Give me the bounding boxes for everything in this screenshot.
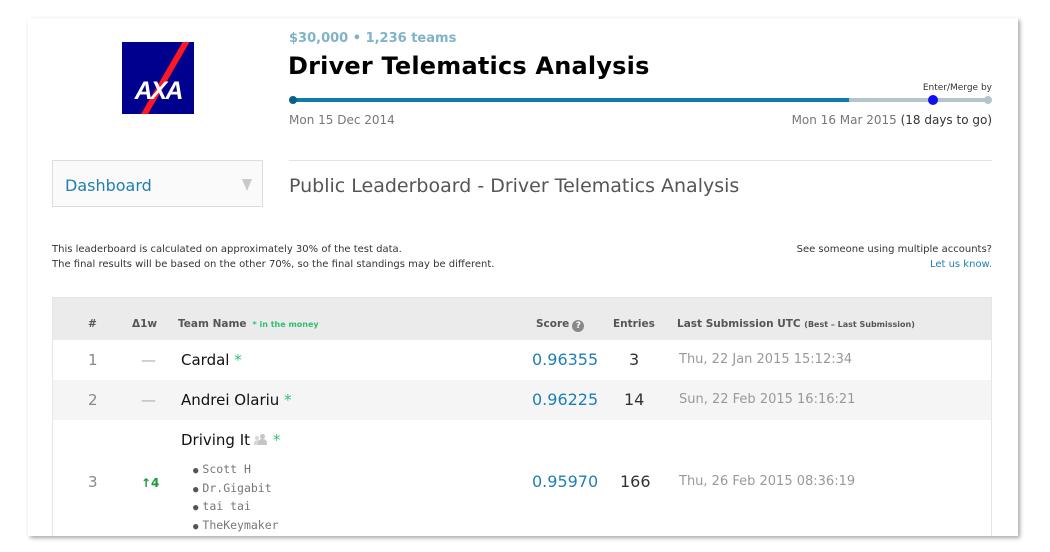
leaderboard-heading: Public Leaderboard - Driver Telematics A… bbox=[289, 175, 740, 197]
leaderboard-table: # Δ1w Team Name * in the money Score? Ent… bbox=[52, 297, 992, 536]
col-last-submission[interactable]: Last Submission UTC (Best – Last Submiss… bbox=[677, 318, 915, 330]
col-team-label: Team Name bbox=[178, 318, 247, 330]
table-header: # Δ1w Team Name * in the money Score? Ent… bbox=[53, 298, 991, 341]
team-name-text: Cardal bbox=[181, 351, 230, 369]
team-name[interactable]: Cardal * bbox=[181, 351, 242, 369]
dashboard-label: Dashboard bbox=[65, 176, 152, 195]
in-the-money-legend: * in the money bbox=[252, 320, 319, 329]
rank-change: ↑4 bbox=[141, 476, 160, 490]
competition-title[interactable]: Driver Telematics Analysis bbox=[288, 52, 650, 80]
timeline-end-dot bbox=[984, 96, 992, 104]
note-line-1: This leaderboard is calculated on approx… bbox=[52, 244, 402, 255]
rank-change: — bbox=[141, 391, 156, 409]
team-name-text: Andrei Olariu bbox=[181, 391, 280, 409]
col-rank[interactable]: # bbox=[88, 318, 97, 330]
score[interactable]: 0.96225 bbox=[532, 390, 598, 409]
leaderboard-note: This leaderboard is calculated on approx… bbox=[52, 242, 494, 272]
entries: 166 bbox=[620, 472, 651, 491]
end-date-value: Mon 16 Mar 2015 bbox=[791, 113, 897, 127]
team-name-text: Driving It bbox=[181, 431, 251, 449]
col-score-label: Score bbox=[536, 318, 570, 330]
score[interactable]: 0.96355 bbox=[532, 350, 598, 369]
entries: 14 bbox=[624, 390, 645, 409]
col-change[interactable]: Δ1w bbox=[132, 318, 157, 330]
timeline-merge-dot bbox=[928, 95, 938, 105]
let-us-know-link[interactable]: Let us know. bbox=[930, 259, 992, 270]
list-item[interactable]: ● Scott H bbox=[193, 461, 279, 480]
last-submission: Thu, 26 Feb 2015 08:36:19 bbox=[679, 474, 856, 489]
in-money-star: * bbox=[234, 351, 242, 369]
days-to-go: (18 days to go) bbox=[900, 113, 992, 127]
member-name: TheKeymaker bbox=[202, 517, 279, 532]
dropdown-caret-icon bbox=[242, 179, 252, 191]
note-line-2: The final results will be based on the o… bbox=[52, 259, 495, 270]
timeline-start-dot bbox=[289, 96, 297, 104]
multiple-accounts-note: See someone using multiple accounts? Let… bbox=[797, 242, 992, 272]
timeline-progress bbox=[293, 98, 849, 102]
rank: 2 bbox=[88, 391, 98, 409]
col-entries[interactable]: Entries bbox=[613, 318, 655, 330]
table-row[interactable]: 2 — Andrei Olariu * 0.96225 14 Sun, 22 F… bbox=[53, 380, 991, 421]
merge-deadline-label: Enter/Merge by bbox=[922, 83, 992, 93]
team-members-icon bbox=[254, 434, 268, 445]
competition-timeline bbox=[289, 95, 992, 106]
dashboard-dropdown[interactable]: Dashboard bbox=[52, 160, 263, 207]
logo-text: AXA bbox=[134, 77, 184, 105]
last-submission: Sun, 22 Feb 2015 16:16:21 bbox=[679, 392, 856, 407]
list-item[interactable]: ● TheKeymaker bbox=[193, 517, 279, 536]
axa-logo[interactable]: AXA bbox=[122, 42, 194, 114]
in-money-star: * bbox=[284, 391, 292, 409]
prize-teams: $30,000 • 1,236 teams bbox=[289, 31, 457, 46]
rank: 3 bbox=[88, 473, 98, 491]
rank-change: — bbox=[141, 351, 156, 369]
start-date: Mon 15 Dec 2014 bbox=[289, 113, 395, 127]
member-name: Scott H bbox=[202, 462, 251, 476]
member-name: tai tai bbox=[202, 499, 251, 513]
table-row[interactable]: 3 ↑4 Driving It * ● Scott H ● Dr.Gigabit ●… bbox=[53, 420, 991, 536]
col-score[interactable]: Score? bbox=[536, 318, 585, 332]
table-row[interactable]: 1 — Cardal * 0.96355 3 Thu, 22 Jan 2015 … bbox=[53, 340, 991, 381]
score[interactable]: 0.95970 bbox=[532, 472, 598, 491]
multiple-accounts-question: See someone using multiple accounts? bbox=[796, 244, 992, 255]
team-name[interactable]: Driving It * bbox=[181, 431, 280, 449]
help-icon[interactable]: ? bbox=[572, 320, 585, 332]
divider bbox=[289, 160, 992, 161]
page-card: AXA $30,000 • 1,236 teams Driver Telemat… bbox=[28, 18, 1018, 536]
col-last-submission-note: (Best – Last Submission) bbox=[804, 320, 915, 329]
entries: 3 bbox=[629, 350, 640, 369]
end-date: Mon 16 Mar 2015 (18 days to go) bbox=[792, 113, 992, 127]
in-money-star: * bbox=[272, 431, 281, 449]
last-submission: Thu, 22 Jan 2015 15:12:34 bbox=[679, 352, 853, 367]
rank: 1 bbox=[88, 351, 98, 369]
col-last-submission-label: Last Submission UTC bbox=[677, 318, 801, 330]
col-team[interactable]: Team Name * in the money bbox=[178, 318, 319, 330]
list-item[interactable]: ● Dr.Gigabit bbox=[193, 480, 279, 499]
member-name: Dr.Gigabit bbox=[202, 480, 272, 495]
team-name[interactable]: Andrei Olariu * bbox=[181, 391, 292, 409]
team-members-list: ● Scott H ● Dr.Gigabit ● tai tai ● TheKeymak… bbox=[193, 461, 279, 535]
list-item[interactable]: ● tai tai bbox=[193, 498, 279, 517]
